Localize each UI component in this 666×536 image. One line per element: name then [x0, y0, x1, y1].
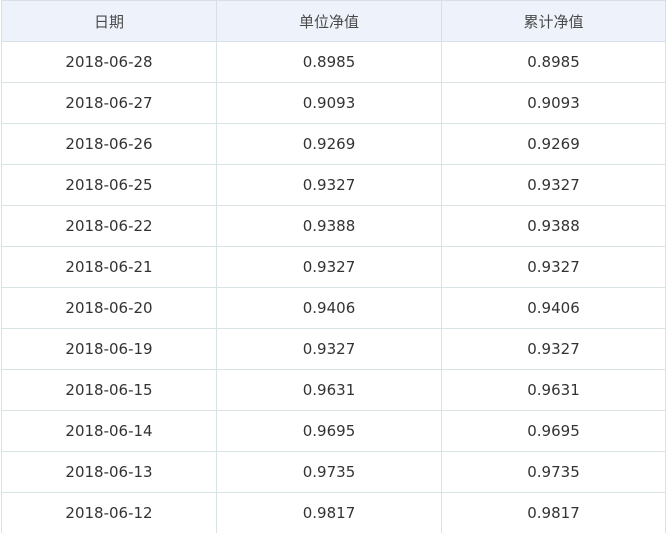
table-row: 2018-06-12 0.9817 0.9817 — [1, 492, 666, 533]
date-cell: 2018-06-12 — [1, 492, 217, 533]
cumulative-nav-cell: 0.9327 — [441, 246, 666, 288]
column-header-cumulative-nav: 累计净值 — [441, 0, 666, 42]
table-row: 2018-06-15 0.9631 0.9631 — [1, 369, 666, 411]
cumulative-nav-cell: 0.9327 — [441, 164, 666, 206]
cumulative-nav-cell: 0.9817 — [441, 492, 666, 533]
table-row: 2018-06-28 0.8985 0.8985 — [1, 41, 666, 83]
table-row: 2018-06-19 0.9327 0.9327 — [1, 328, 666, 370]
table-row: 2018-06-25 0.9327 0.9327 — [1, 164, 666, 206]
date-cell: 2018-06-26 — [1, 123, 217, 165]
unit-nav-cell: 0.9631 — [216, 369, 442, 411]
cumulative-nav-cell: 0.9406 — [441, 287, 666, 329]
cumulative-nav-cell: 0.9093 — [441, 82, 666, 124]
date-cell: 2018-06-28 — [1, 41, 217, 83]
cumulative-nav-cell: 0.9388 — [441, 205, 666, 247]
cumulative-nav-cell: 0.9269 — [441, 123, 666, 165]
unit-nav-cell: 0.9327 — [216, 328, 442, 370]
unit-nav-cell: 0.9695 — [216, 410, 442, 452]
date-cell: 2018-06-25 — [1, 164, 217, 206]
unit-nav-cell: 0.9327 — [216, 164, 442, 206]
unit-nav-cell: 0.9269 — [216, 123, 442, 165]
table-row: 2018-06-20 0.9406 0.9406 — [1, 287, 666, 329]
table-row: 2018-06-22 0.9388 0.9388 — [1, 205, 666, 247]
cumulative-nav-cell: 0.9327 — [441, 328, 666, 370]
table-row: 2018-06-13 0.9735 0.9735 — [1, 451, 666, 493]
date-cell: 2018-06-13 — [1, 451, 217, 493]
unit-nav-cell: 0.9327 — [216, 246, 442, 288]
column-header-unit-nav: 单位净值 — [216, 0, 442, 42]
date-cell: 2018-06-15 — [1, 369, 217, 411]
date-cell: 2018-06-14 — [1, 410, 217, 452]
table-row: 2018-06-26 0.9269 0.9269 — [1, 123, 666, 165]
date-cell: 2018-06-21 — [1, 246, 217, 288]
cumulative-nav-cell: 0.9631 — [441, 369, 666, 411]
table-row: 2018-06-27 0.9093 0.9093 — [1, 82, 666, 124]
cumulative-nav-cell: 0.9695 — [441, 410, 666, 452]
table-body: 2018-06-28 0.8985 0.8985 2018-06-27 0.90… — [1, 41, 666, 533]
table-row: 2018-06-14 0.9695 0.9695 — [1, 410, 666, 452]
table-header: 日期 单位净值 累计净值 — [1, 0, 666, 42]
unit-nav-cell: 0.9093 — [216, 82, 442, 124]
date-cell: 2018-06-19 — [1, 328, 217, 370]
column-header-date: 日期 — [1, 0, 217, 42]
unit-nav-cell: 0.9406 — [216, 287, 442, 329]
table-row: 2018-06-21 0.9327 0.9327 — [1, 246, 666, 288]
date-cell: 2018-06-20 — [1, 287, 217, 329]
cumulative-nav-cell: 0.9735 — [441, 451, 666, 493]
unit-nav-cell: 0.9735 — [216, 451, 442, 493]
date-cell: 2018-06-27 — [1, 82, 217, 124]
unit-nav-cell: 0.8985 — [216, 41, 442, 83]
cumulative-nav-cell: 0.8985 — [441, 41, 666, 83]
unit-nav-cell: 0.9388 — [216, 205, 442, 247]
unit-nav-cell: 0.9817 — [216, 492, 442, 533]
nav-history-table: 日期 单位净值 累计净值 2018-06-28 0.8985 0.8985 20… — [1, 0, 666, 533]
date-cell: 2018-06-22 — [1, 205, 217, 247]
header-row: 日期 单位净值 累计净值 — [1, 0, 666, 42]
